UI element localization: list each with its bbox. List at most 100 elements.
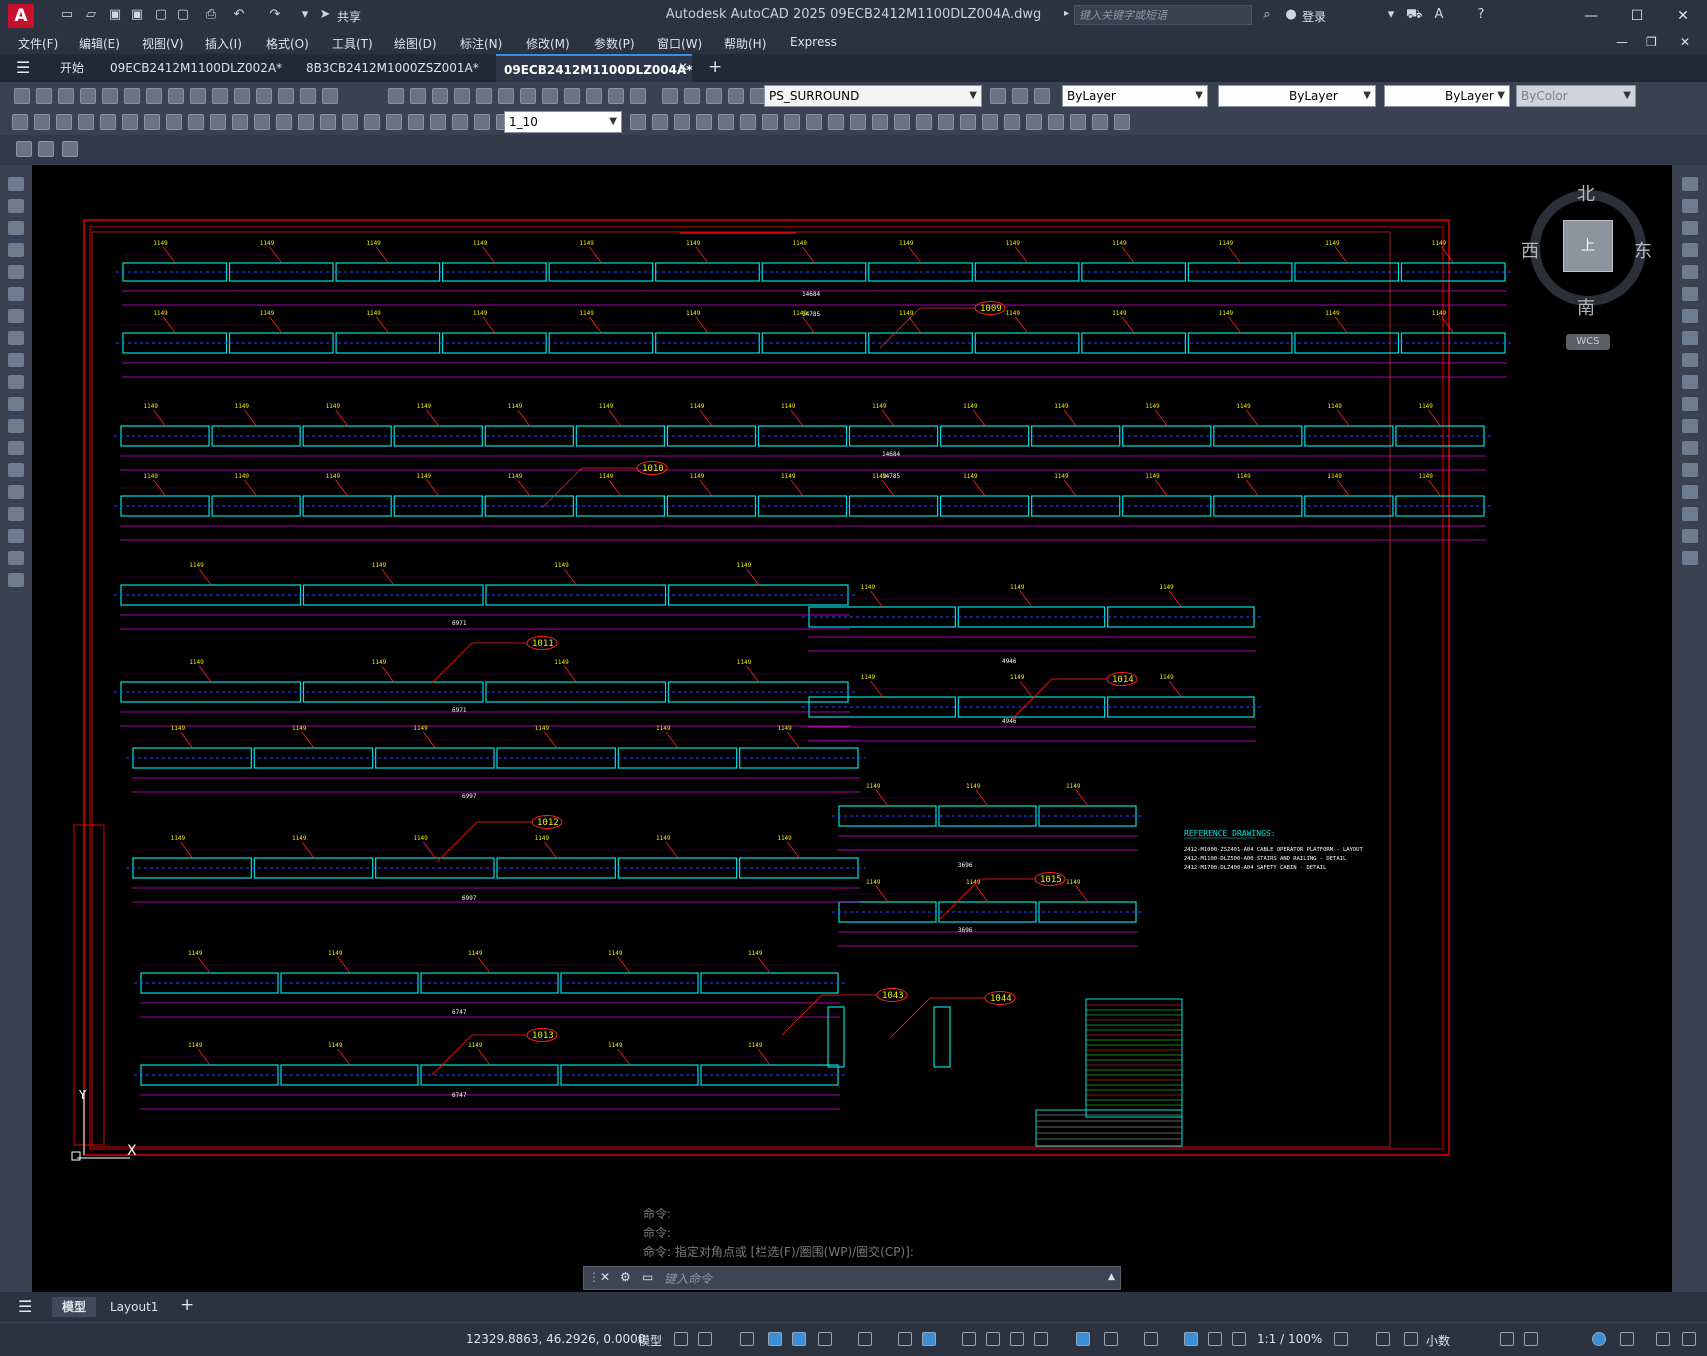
dimension-tool-icon[interactable] — [122, 114, 138, 130]
annotation-monitor-icon[interactable] — [1376, 1332, 1390, 1346]
dimension-tool-icon[interactable] — [232, 114, 248, 130]
plotstyle-dropdown[interactable]: ByColor ▼ — [1516, 85, 1636, 107]
model-space-toggle[interactable]: 模型 — [638, 1332, 662, 1349]
draw-tool-icon[interactable] — [8, 287, 24, 301]
dimension-tool-icon[interactable] — [674, 114, 690, 130]
search-icon[interactable]: ⌕ — [1260, 8, 1274, 22]
menu-format[interactable]: 格式(O) — [266, 35, 309, 52]
dimension-tool-icon[interactable] — [34, 114, 50, 130]
autocad-logo-icon[interactable]: A — [8, 4, 34, 28]
draw-tool-icon[interactable] — [8, 573, 24, 587]
object-snap-tracking-icon[interactable] — [898, 1332, 912, 1346]
dimension-tool-icon[interactable] — [1048, 114, 1064, 130]
draw-tool-icon[interactable] — [8, 441, 24, 455]
ortho-icon[interactable] — [792, 1332, 806, 1346]
user-icon[interactable]: ● — [1284, 8, 1298, 22]
share-label[interactable]: 共享 — [337, 8, 361, 25]
object-snap-icon[interactable] — [922, 1332, 936, 1346]
tab-drawing-001a[interactable]: 8B3CB2412M1000ZSZ001A* — [298, 54, 494, 82]
expand-search-icon[interactable]: ▸ — [1064, 8, 1069, 19]
attribute-icon[interactable] — [38, 141, 54, 157]
tab-layout1[interactable]: Layout1 — [100, 1297, 168, 1317]
standard-tool-icon[interactable] — [102, 88, 118, 104]
menu-window[interactable]: 窗口(W) — [657, 35, 702, 52]
draw-tool-icon[interactable] — [8, 199, 24, 213]
dimension-tool-icon[interactable] — [1070, 114, 1086, 130]
lock-ui-icon[interactable] — [1524, 1332, 1538, 1346]
standard-tool-icon[interactable] — [14, 88, 30, 104]
3d-osnap-icon[interactable] — [1034, 1332, 1048, 1346]
new-tab-icon[interactable]: + — [708, 57, 722, 77]
standard-tool-icon[interactable] — [432, 88, 448, 104]
menu-edit[interactable]: 编辑(E) — [79, 35, 120, 52]
polar-icon[interactable] — [818, 1332, 832, 1346]
annotation-scale-icon[interactable] — [1232, 1332, 1246, 1346]
dimension-tool-icon[interactable] — [188, 114, 204, 130]
dimension-tool-icon[interactable] — [828, 114, 844, 130]
standard-tool-icon[interactable] — [322, 88, 338, 104]
standard-tool-icon[interactable] — [454, 88, 470, 104]
linetype-dropdown[interactable]: ByLayer ▼ — [1218, 85, 1376, 107]
draw-tool-icon[interactable] — [8, 353, 24, 367]
draw-tool-icon[interactable] — [8, 309, 24, 323]
lineweight-dropdown[interactable]: ByLayer ▼ — [1384, 85, 1510, 107]
standard-tool-icon[interactable] — [728, 88, 744, 104]
modify-tool-icon[interactable] — [1682, 265, 1698, 279]
dimension-tool-icon[interactable] — [1114, 114, 1130, 130]
standard-tool-icon[interactable] — [586, 88, 602, 104]
login-dropdown-icon[interactable]: ▾ — [1384, 8, 1398, 22]
standard-tool-icon[interactable] — [190, 88, 206, 104]
hardware-acceleration-icon[interactable] — [1620, 1332, 1634, 1346]
isolate-objects-icon[interactable] — [1592, 1332, 1606, 1346]
compass-north[interactable]: 北 — [1577, 180, 1595, 206]
dimension-tool-icon[interactable] — [452, 114, 468, 130]
standard-tool-icon[interactable] — [564, 88, 580, 104]
standard-tool-icon[interactable] — [234, 88, 250, 104]
compass-east[interactable]: 东 — [1634, 237, 1652, 263]
dimension-tool-icon[interactable] — [982, 114, 998, 130]
layout-menu-icon[interactable]: ☰ — [18, 1297, 32, 1316]
modify-tool-icon[interactable] — [1682, 221, 1698, 235]
dimension-tool-icon[interactable] — [276, 114, 292, 130]
viewcube-top-face[interactable]: 上 — [1563, 220, 1613, 272]
annotation-scale-value[interactable]: 1:1 / 100% — [1257, 1332, 1322, 1346]
dimension-tool-icon[interactable] — [78, 114, 94, 130]
dimension-tool-icon[interactable] — [364, 114, 380, 130]
dimension-tool-icon[interactable] — [298, 114, 314, 130]
standard-tool-icon[interactable] — [80, 88, 96, 104]
doc-close-icon[interactable]: ✕ — [1680, 35, 1690, 49]
close-button[interactable]: ✕ — [1660, 0, 1706, 32]
draw-tool-icon[interactable] — [8, 221, 24, 235]
standard-tool-icon[interactable] — [212, 88, 228, 104]
dimension-tool-icon[interactable] — [1004, 114, 1020, 130]
save-web-icon[interactable]: ▢ — [176, 8, 190, 22]
units-icon[interactable] — [1404, 1332, 1418, 1346]
infer-constraints-icon[interactable] — [740, 1332, 754, 1346]
recent-commands-icon[interactable]: ▭ — [642, 1270, 653, 1284]
standard-tool-icon[interactable] — [36, 88, 52, 104]
dimension-tool-icon[interactable] — [12, 114, 28, 130]
modify-tool-icon[interactable] — [1682, 441, 1698, 455]
dimension-tool-icon[interactable] — [320, 114, 336, 130]
layer-dropdown[interactable]: PS_SURROUND ▼ — [764, 85, 982, 107]
share-icon[interactable]: ➤ — [318, 8, 332, 22]
transparency-icon[interactable] — [986, 1332, 1000, 1346]
minimize-button[interactable]: — — [1568, 0, 1614, 32]
standard-tool-icon[interactable] — [256, 88, 272, 104]
standard-tool-icon[interactable] — [410, 88, 426, 104]
dimension-tool-icon[interactable] — [718, 114, 734, 130]
undo-icon[interactable]: ↶ — [232, 8, 246, 22]
tab-drawing-004a[interactable]: 09ECB2412M1100DLZ004A* — [496, 54, 693, 82]
color-dropdown[interactable]: ByLayer ▼ — [1062, 85, 1208, 107]
standard-tool-icon[interactable] — [388, 88, 404, 104]
customization-icon[interactable] — [1682, 1332, 1696, 1346]
menu-view[interactable]: 视图(V) — [142, 35, 184, 52]
command-customize-icon[interactable]: ⚙ — [620, 1270, 631, 1284]
menu-help[interactable]: 帮助(H) — [724, 35, 766, 52]
grid-icon[interactable] — [674, 1332, 688, 1346]
save-icon[interactable]: ▣ — [108, 8, 122, 22]
tab-drawing-002a[interactable]: 09ECB2412M1100DLZ002A* — [102, 54, 292, 82]
draw-tool-icon[interactable] — [8, 375, 24, 389]
dimension-tool-icon[interactable] — [56, 114, 72, 130]
standard-tool-icon[interactable] — [168, 88, 184, 104]
